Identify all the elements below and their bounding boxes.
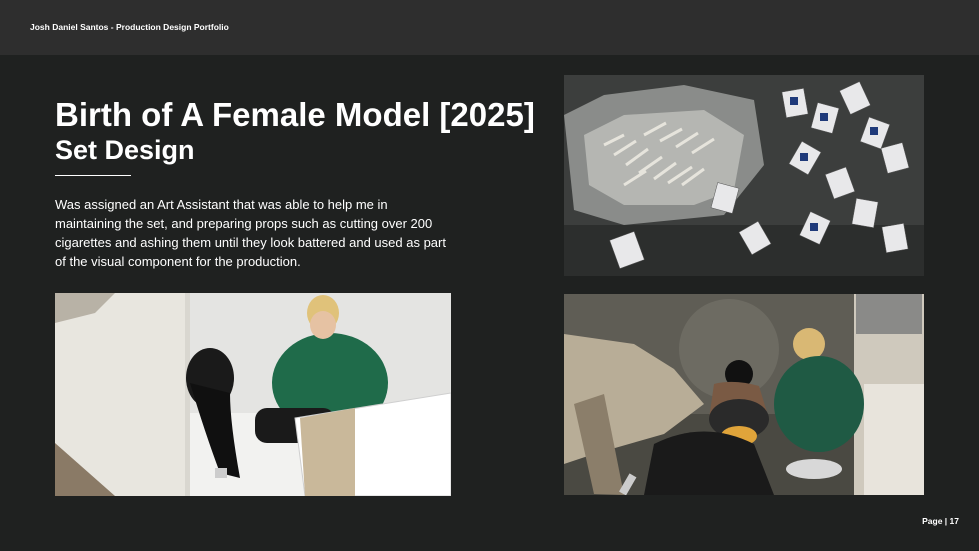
page-subtitle: Set Design [55, 135, 195, 165]
top-bar: Josh Daniel Santos - Production Design P… [0, 0, 979, 55]
photo-crouching [564, 294, 924, 495]
photo-set-prep [55, 293, 451, 496]
title-divider [55, 175, 131, 176]
page-title: Birth of A Female Model [2025] [55, 96, 535, 133]
description-text: Was assigned an Art Assistant that was a… [55, 197, 446, 269]
page-number: Page | 17 [922, 516, 959, 526]
photo-cigarettes [564, 75, 924, 276]
portfolio-title: Josh Daniel Santos - Production Design P… [30, 22, 229, 32]
